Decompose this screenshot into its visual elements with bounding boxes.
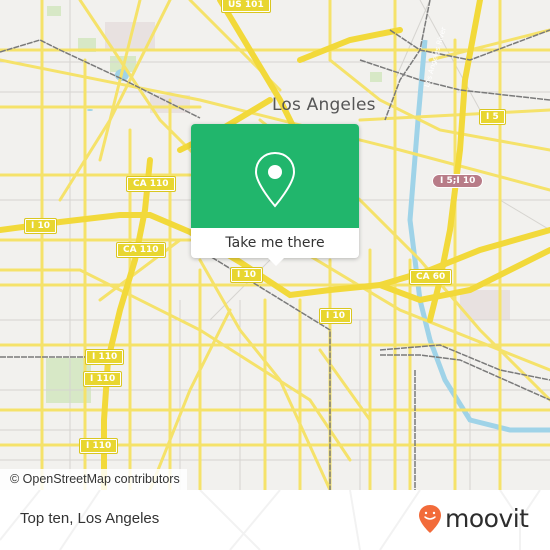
road-shield-i-110: I 110: [78, 438, 119, 454]
destination-popup: Take me there: [191, 124, 359, 266]
map-attribution[interactable]: © OpenStreetMap contributors: [0, 469, 187, 490]
park: [47, 6, 61, 16]
popup-pointer: [268, 258, 284, 266]
map[interactable]: Los Angeles Los Angeles River US 101 I 5…: [0, 0, 550, 490]
road-shield-i-110: I 110: [82, 371, 123, 387]
moovit-logo-text: moovit: [445, 504, 529, 533]
city-label: Los Angeles: [272, 95, 376, 115]
road-shield-ca-110: CA 110: [126, 176, 176, 192]
road-shield-us-101: US 101: [221, 0, 271, 13]
road-shield-i-10: I 10: [23, 218, 58, 234]
road-shield-ca-60: CA 60: [408, 269, 453, 285]
road-shield-ca-110: CA 110: [116, 242, 166, 258]
place-name: Top ten, Los Angeles: [20, 510, 160, 527]
take-me-there-button[interactable]: Take me there: [191, 228, 359, 258]
road-shield-i-5: I 5: [479, 109, 506, 125]
road-shield-i-5-i-10: I 5;I 10: [432, 174, 484, 188]
moovit-logo[interactable]: moovit: [418, 504, 529, 534]
park: [370, 72, 382, 82]
popup-header: [191, 124, 359, 228]
road-shield-i-10: I 10: [229, 267, 264, 283]
map-pin-icon: [254, 151, 296, 208]
moovit-smile-pin-icon: [419, 505, 441, 533]
road-shield-i-10: I 10: [318, 308, 353, 324]
footer: Top ten, Los Angeles moovit: [0, 490, 550, 550]
road-shield-i-110: I 110: [84, 349, 125, 365]
